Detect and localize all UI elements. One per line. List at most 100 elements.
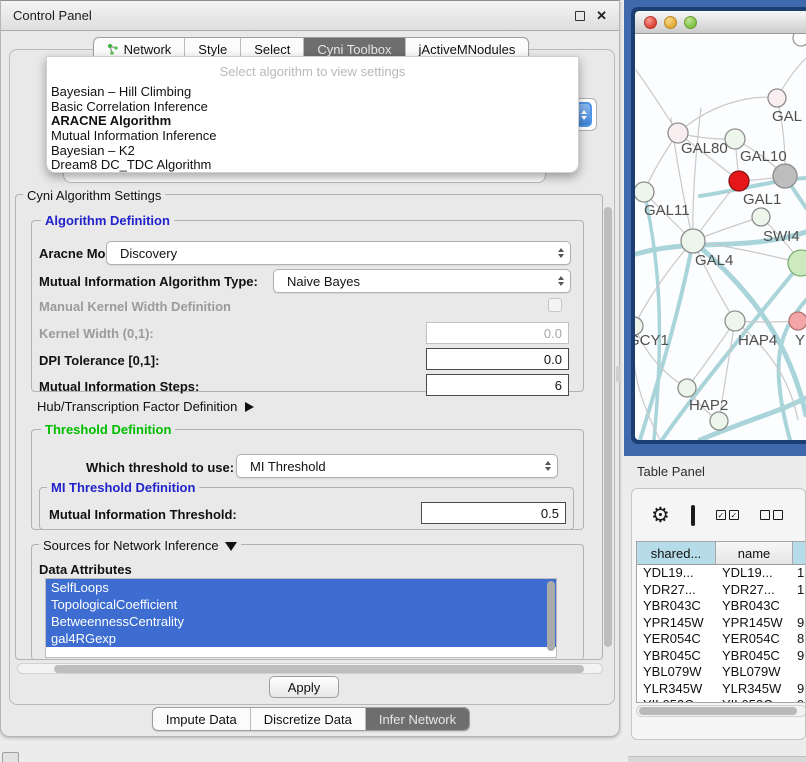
table-cell: YPR145W xyxy=(716,615,793,632)
which-threshold-select[interactable]: MI Threshold xyxy=(236,454,558,478)
table-row[interactable]: YDL19...YDL19...13 xyxy=(637,565,806,582)
network-node[interactable] xyxy=(725,129,745,149)
network-node[interactable] xyxy=(788,250,806,276)
panel-splitter-handle[interactable] xyxy=(616,366,621,382)
table-cell xyxy=(793,664,806,681)
apply-button[interactable]: Apply xyxy=(269,676,339,698)
table-cell: YBR043C xyxy=(637,598,716,615)
table-row[interactable]: YLR345WYLR345W9. xyxy=(637,681,806,698)
algorithm-option[interactable]: Bayesian – Hill Climbing xyxy=(47,85,578,100)
aracne-mode-select[interactable]: Discovery xyxy=(106,241,571,265)
screen: Control Panel ✕ NetworkStyleSelectCyni T… xyxy=(0,0,806,762)
network-node[interactable] xyxy=(768,89,786,107)
table-cell: YLR345W xyxy=(637,681,716,698)
data-attribute-item[interactable]: TopologicalCoefficient xyxy=(46,596,556,613)
settings-horizontal-scrollbar[interactable] xyxy=(54,665,584,673)
unchecked-columns-icon[interactable] xyxy=(760,510,783,520)
network-node[interactable] xyxy=(681,229,705,253)
settings-horizontal-scrollbar-track[interactable] xyxy=(17,663,603,674)
mi-type-select[interactable]: Naive Bayes xyxy=(273,269,571,293)
table-row[interactable]: YDR27...YDR27...12 xyxy=(637,582,806,599)
algorithm-option[interactable]: Dream8 DC_TDC Algorithm xyxy=(47,158,578,173)
table-panel: ⚙ ✓✓ shared...name YDL19...YDL19...13YDR… xyxy=(631,488,806,740)
bottom-tab-infer-network[interactable]: Infer Network xyxy=(365,708,469,730)
dpi-tolerance-field[interactable] xyxy=(426,348,569,370)
table-horizontal-scrollbar[interactable] xyxy=(639,707,797,715)
node-label: GAL11 xyxy=(644,202,690,219)
network-node[interactable] xyxy=(678,379,696,397)
data-attribute-item[interactable]: gal4RGexp xyxy=(46,630,556,647)
close-traffic-light-icon[interactable] xyxy=(644,16,657,29)
gear-icon[interactable]: ⚙ xyxy=(651,505,670,526)
table-cell: 9. xyxy=(793,648,806,665)
network-node[interactable] xyxy=(752,208,770,226)
table-row[interactable]: YBR043CYBR043C xyxy=(637,598,806,615)
table-cell: 9. xyxy=(793,615,806,632)
network-node[interactable] xyxy=(789,312,806,330)
checked-columns-icon[interactable]: ✓✓ xyxy=(716,510,739,520)
tab-label: Network xyxy=(124,42,172,57)
bottom-tab-discretize-data[interactable]: Discretize Data xyxy=(250,708,365,730)
table-row[interactable]: YER054CYER054C8. xyxy=(637,631,806,648)
node-label: HAP4 xyxy=(738,332,777,349)
network-node[interactable] xyxy=(729,171,749,191)
table-cell: YDL19... xyxy=(637,565,716,582)
network-node[interactable] xyxy=(635,182,654,202)
list-scrollbar[interactable] xyxy=(547,581,555,651)
table-cell: 9. xyxy=(793,681,806,698)
network-edge xyxy=(693,108,701,241)
zoom-traffic-light-icon[interactable] xyxy=(684,16,697,29)
table-row[interactable]: YBR045CYBR045C9. xyxy=(637,648,806,665)
collapsed-panel-icon[interactable] xyxy=(2,752,19,762)
data-attributes-list[interactable]: SelfLoopsTopologicalCoefficientBetweenne… xyxy=(45,578,557,658)
network-node[interactable] xyxy=(773,164,797,188)
table-horizontal-scrollbar-track[interactable] xyxy=(636,705,806,717)
data-attribute-item[interactable]: SelfLoops xyxy=(46,579,556,596)
close-panel-icon[interactable]: ✕ xyxy=(596,9,607,22)
kernel-width-field[interactable] xyxy=(426,322,569,344)
table-panel-title: Table Panel xyxy=(637,464,705,479)
algorithm-option[interactable]: ARACNE Algorithm xyxy=(47,114,578,129)
bottom-tab-impute-data[interactable]: Impute Data xyxy=(153,708,250,730)
hub-definition-toggle[interactable]: Hub/Transcription Factor Definition xyxy=(37,399,254,414)
split-columns-icon[interactable] xyxy=(691,505,695,526)
algorithm-option[interactable]: Mutual Information Inference xyxy=(47,129,578,144)
table-column-header[interactable] xyxy=(793,542,806,564)
kernel-width-label: Kernel Width (0,1): xyxy=(39,326,154,341)
network-node[interactable] xyxy=(725,311,745,331)
table-cell: YBR045C xyxy=(637,648,716,665)
aracne-mode-value: Discovery xyxy=(120,246,177,261)
manual-kernel-checkbox[interactable] xyxy=(548,298,562,312)
algorithm-option[interactable]: Bayesian – K2 xyxy=(47,144,578,159)
table-column-header[interactable]: shared... xyxy=(637,542,716,564)
network-node[interactable] xyxy=(710,412,728,430)
data-attribute-item[interactable]: BetweennessCentrality xyxy=(46,613,556,630)
table-row[interactable]: YPR145WYPR145W9. xyxy=(637,615,806,632)
minimize-traffic-light-icon[interactable] xyxy=(664,16,677,29)
algorithm-definition-title: Algorithm Definition xyxy=(41,213,174,228)
tab-label: Impute Data xyxy=(166,712,237,727)
table-cell: YBL079W xyxy=(637,664,716,681)
table-header-row: shared...name xyxy=(637,542,806,565)
table-row[interactable]: YIL053CYIL053C9 xyxy=(637,697,806,703)
table-cell xyxy=(793,598,806,615)
data-attributes-label: Data Attributes xyxy=(39,562,132,577)
mi-steps-field[interactable] xyxy=(426,374,569,396)
table-column-header[interactable]: name xyxy=(716,542,793,564)
tab-label: Infer Network xyxy=(379,712,456,727)
network-node[interactable] xyxy=(793,34,806,46)
network-graph[interactable]: GALGAL80GAL10GAL1GAL11SWI4GAL4GCY1HAP4YH… xyxy=(635,34,806,440)
algorithm-option[interactable]: Basic Correlation Inference xyxy=(47,100,578,115)
mi-type-value: Naive Bayes xyxy=(287,274,360,289)
bottom-panel-edge xyxy=(628,756,806,762)
mi-threshold-field[interactable] xyxy=(421,502,566,524)
sources-title[interactable]: Sources for Network Inference xyxy=(39,538,241,553)
combo-stepper-icon xyxy=(539,461,557,471)
network-icon xyxy=(107,43,119,55)
table-toolbar: ⚙ ✓✓ xyxy=(632,489,805,541)
table-row[interactable]: YBL079WYBL079W xyxy=(637,664,806,681)
settings-vertical-scrollbar[interactable] xyxy=(604,207,612,647)
float-panel-icon[interactable] xyxy=(575,11,585,21)
network-window-titlebar[interactable] xyxy=(635,11,806,34)
network-canvas[interactable]: GALGAL80GAL10GAL1GAL11SWI4GAL4GCY1HAP4YH… xyxy=(635,34,806,440)
